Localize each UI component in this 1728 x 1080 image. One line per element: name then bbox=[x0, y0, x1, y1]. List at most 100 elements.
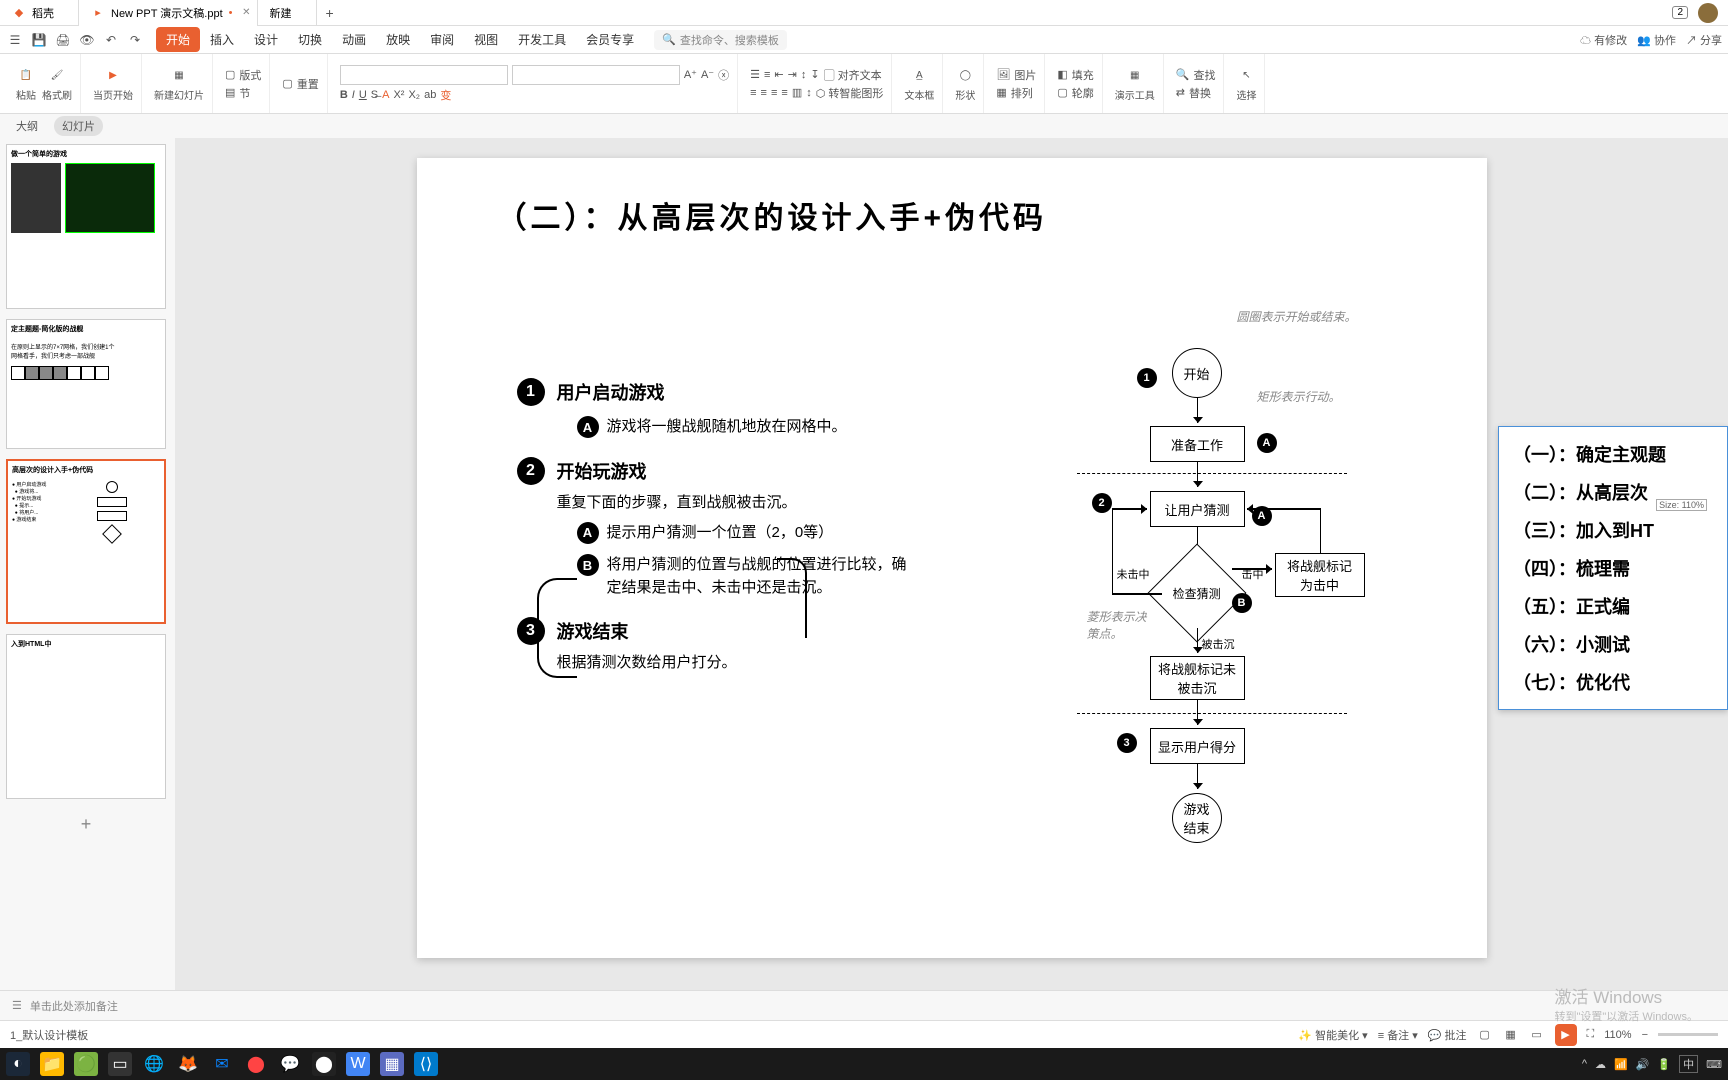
comments-toggle[interactable]: 💬 批注 bbox=[1428, 1027, 1467, 1043]
section-button[interactable]: ▤ 节 bbox=[225, 85, 261, 101]
chrome-icon[interactable]: 🌐 bbox=[142, 1052, 166, 1076]
image-button[interactable]: 🖼 图片 bbox=[996, 67, 1036, 83]
slide-thumb-3[interactable]: 高层次的设计入手+伪代码 ● 用户启动游戏 ● 游戏将...● 开始玩游戏 ● … bbox=[6, 459, 166, 624]
tab-insert[interactable]: 插入 bbox=[200, 27, 244, 52]
user-avatar[interactable] bbox=[1698, 3, 1718, 23]
decrease-font-icon[interactable]: A⁻ bbox=[701, 68, 714, 81]
notification-badge[interactable]: 2 bbox=[1672, 6, 1688, 19]
bullets-icon[interactable]: ☰ bbox=[750, 68, 760, 81]
find-button[interactable]: 🔍 查找 bbox=[1176, 67, 1216, 83]
tab-docker[interactable]: ◆ 稻壳 bbox=[0, 0, 79, 26]
slide-editor[interactable]: （二）：从高层次的设计入手+伪代码 1用户启动游戏 A游戏将一艘战舰随机地放在网… bbox=[175, 138, 1728, 990]
italic-icon[interactable]: I bbox=[352, 89, 355, 101]
tray-volume-icon[interactable]: 🔊 bbox=[1636, 1058, 1650, 1071]
preview-icon[interactable]: 👁 bbox=[78, 31, 96, 49]
reset-button[interactable]: ▢ 重置 bbox=[282, 76, 318, 92]
outline-item-3[interactable]: （三）：加入到HT bbox=[1499, 511, 1727, 549]
smartart-button[interactable]: ⬡ 转智能图形 bbox=[816, 85, 884, 101]
arrange-button[interactable]: ▦ 排列 bbox=[996, 85, 1036, 101]
tray-up-icon[interactable]: ^ bbox=[1582, 1058, 1587, 1070]
thunderbird-icon[interactable]: ✉ bbox=[210, 1052, 234, 1076]
close-icon[interactable]: ✕ bbox=[242, 7, 250, 18]
line-spacing-icon[interactable]: ↕ bbox=[801, 69, 807, 81]
tab-devtools[interactable]: 开发工具 bbox=[508, 27, 576, 52]
layout-button[interactable]: ▢ 版式 bbox=[225, 67, 261, 83]
smart-beautify-button[interactable]: ✨ 智能美化 ▾ bbox=[1298, 1027, 1367, 1043]
tab-member[interactable]: 会员专享 bbox=[576, 27, 644, 52]
font-combo[interactable] bbox=[340, 65, 508, 85]
zoom-slider[interactable] bbox=[1658, 1033, 1718, 1036]
slide-thumb-2[interactable]: 定主题题-简化版的战舰 在原则上显示的7×7网格，我们创建1个网格看手，我们只考… bbox=[6, 319, 166, 449]
subscript-icon[interactable]: X₂ bbox=[408, 89, 420, 101]
firefox-icon[interactable]: 🦊 bbox=[176, 1052, 200, 1076]
underline-icon[interactable]: U bbox=[359, 89, 367, 101]
view-normal-icon[interactable]: ▢ bbox=[1477, 1027, 1493, 1043]
record-icon[interactable]: ⬤ bbox=[244, 1052, 268, 1076]
align-justify-icon[interactable]: ≡ bbox=[781, 87, 787, 99]
outline-item-1[interactable]: （一）：确定主观题 bbox=[1499, 435, 1727, 473]
slides-panel[interactable]: 做一个简单的游戏 定主题题-简化版的战舰 在原则上显示的7×7网格，我们创建1个… bbox=[0, 138, 175, 990]
increase-font-icon[interactable]: A⁺ bbox=[684, 68, 697, 81]
numbering-icon[interactable]: ≡ bbox=[764, 69, 770, 81]
textbox-button[interactable]: A̲文本框 bbox=[904, 65, 934, 102]
play-button[interactable]: ▶ bbox=[1555, 1024, 1577, 1046]
tab-document[interactable]: ▸ New PPT 演示文稿.ppt • ✕ bbox=[79, 0, 258, 26]
bold-icon[interactable]: B bbox=[340, 89, 348, 101]
size-combo[interactable] bbox=[512, 65, 680, 85]
cloud-status[interactable]: ☁ 有修改 bbox=[1580, 32, 1627, 48]
fit-icon[interactable]: ⛶ bbox=[1587, 1028, 1595, 1041]
steam-icon[interactable]: ◐ bbox=[6, 1052, 30, 1076]
tab-slides[interactable]: 幻灯片 bbox=[54, 116, 103, 136]
view-reading-icon[interactable]: ▭ bbox=[1529, 1027, 1545, 1043]
shape-button[interactable]: ◯形状 bbox=[955, 65, 975, 102]
strike-icon[interactable]: S̶ bbox=[371, 89, 378, 101]
new-tab-button[interactable]: + bbox=[317, 5, 343, 21]
align-center-icon[interactable]: ≡ bbox=[761, 87, 767, 99]
print-icon[interactable]: 🖨 bbox=[54, 31, 72, 49]
wechat-icon[interactable]: 💬 bbox=[278, 1052, 302, 1076]
zoom-level[interactable]: 110% bbox=[1604, 1029, 1631, 1041]
undo-icon[interactable]: ↶ bbox=[102, 31, 120, 49]
tab-review[interactable]: 审阅 bbox=[420, 27, 464, 52]
align-right-icon[interactable]: ≡ bbox=[771, 87, 777, 99]
tray-ime[interactable]: 中 bbox=[1679, 1055, 1698, 1073]
slide-thumb-4[interactable]: 入到HTML中 bbox=[6, 634, 166, 799]
notes-toggle[interactable]: ≡ 备注 ▾ bbox=[1378, 1027, 1418, 1043]
new-slide-button[interactable]: ▦新建幻灯片 bbox=[154, 65, 204, 102]
tab-view[interactable]: 视图 bbox=[464, 27, 508, 52]
tab-slideshow[interactable]: 放映 bbox=[376, 27, 420, 52]
tray-wifi-icon[interactable]: 📶 bbox=[1614, 1058, 1628, 1071]
notes-bar[interactable]: ☰ 单击此处添加备注 bbox=[0, 990, 1728, 1020]
replace-button[interactable]: ⇄ 替换 bbox=[1176, 85, 1216, 101]
zoom-out-icon[interactable]: − bbox=[1642, 1029, 1648, 1041]
slide-canvas[interactable]: （二）：从高层次的设计入手+伪代码 1用户启动游戏 A游戏将一艘战舰随机地放在网… bbox=[417, 158, 1487, 958]
tab-new[interactable]: 新建 bbox=[258, 0, 317, 26]
indent-dec-icon[interactable]: ⇤ bbox=[774, 68, 783, 81]
font-color-icon[interactable]: A bbox=[382, 89, 389, 101]
terminal-icon[interactable]: ▭ bbox=[108, 1052, 132, 1076]
collab-button[interactable]: 👥 协作 bbox=[1637, 32, 1676, 48]
tray-cloud-icon[interactable]: ☁ bbox=[1595, 1058, 1606, 1071]
clear-format-icon[interactable]: ⓧ bbox=[718, 67, 729, 83]
select-button[interactable]: ↖选择 bbox=[1236, 65, 1256, 102]
save-icon[interactable]: 💾 bbox=[30, 31, 48, 49]
paste-button[interactable]: 📋粘贴 bbox=[16, 65, 36, 102]
redo-icon[interactable]: ↷ bbox=[126, 31, 144, 49]
fill-button[interactable]: ◧ 填充 bbox=[1057, 67, 1093, 83]
menu-icon[interactable]: ☰ bbox=[6, 31, 24, 49]
wps-icon[interactable]: W bbox=[346, 1052, 370, 1076]
tab-transition[interactable]: 切换 bbox=[288, 27, 332, 52]
slide-thumb-1[interactable]: 做一个简单的游戏 bbox=[6, 144, 166, 309]
outline-item-7[interactable]: （七）：优化代 bbox=[1499, 663, 1727, 701]
tab-animation[interactable]: 动画 bbox=[332, 27, 376, 52]
tray-battery-icon[interactable]: 🔋 bbox=[1657, 1058, 1671, 1071]
vscode-icon[interactable]: ⟨⟩ bbox=[414, 1052, 438, 1076]
tab-design[interactable]: 设计 bbox=[244, 27, 288, 52]
font-effects-icon[interactable]: 变 bbox=[440, 87, 451, 103]
demo-tools-button[interactable]: ▦演示工具 bbox=[1115, 65, 1155, 102]
explorer-icon[interactable]: 📁 bbox=[40, 1052, 64, 1076]
outline-item-5[interactable]: （五）：正式编 bbox=[1499, 587, 1727, 625]
app-green-icon[interactable]: 🟢 bbox=[74, 1052, 98, 1076]
align-left-icon[interactable]: ≡ bbox=[750, 87, 756, 99]
outline-panel[interactable]: （一）：确定主观题 （二）：从高层次 Size: 110% （三）：加入到HT … bbox=[1498, 426, 1728, 710]
